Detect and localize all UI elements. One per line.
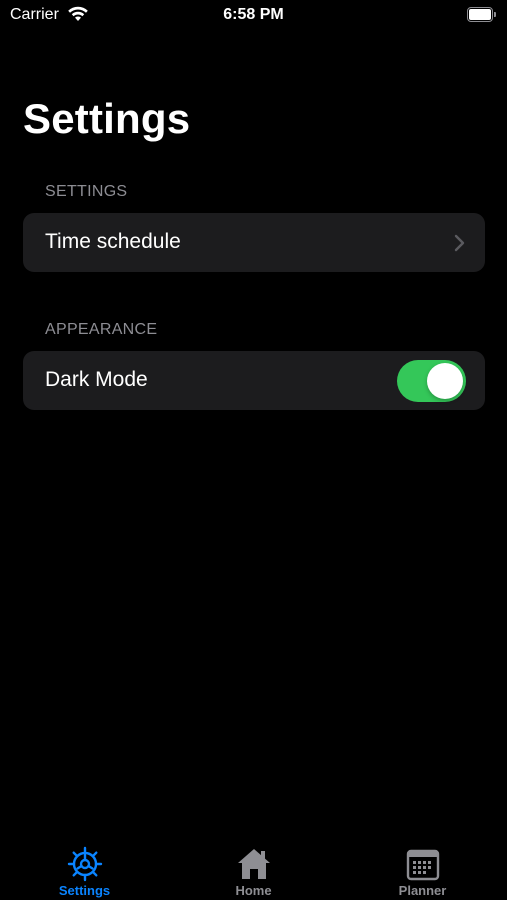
tab-settings-label: Settings (58, 883, 111, 898)
dark-mode-toggle[interactable] (397, 360, 466, 402)
section-header-appearance: APPEARANCE (45, 321, 158, 338)
tab-settings[interactable]: Settings (0, 838, 169, 900)
status-time: 6:58 PM (223, 6, 284, 23)
house-icon (238, 849, 270, 879)
dark-mode-row: Dark Mode (23, 351, 485, 410)
time-schedule-label: Time schedule (45, 230, 181, 253)
tab-home-label: Home (235, 883, 272, 898)
chevron-right-icon (454, 234, 465, 252)
calendar-icon (406, 849, 440, 881)
dark-mode-label: Dark Mode (45, 368, 148, 391)
tab-planner[interactable]: Planner (338, 838, 507, 900)
settings-group: Time schedule (23, 213, 485, 272)
tab-planner-label: Planner (398, 883, 447, 898)
toggle-knob (427, 363, 463, 399)
battery-icon (467, 7, 497, 22)
appearance-group: Dark Mode (23, 351, 485, 410)
settings-gear-icon (67, 846, 103, 882)
time-schedule-row[interactable]: Time schedule (23, 213, 485, 272)
status-bar: Carrier 6:58 PM (0, 0, 507, 32)
tab-bar: Settings Home Planner (0, 838, 507, 900)
tab-home[interactable]: Home (169, 838, 338, 900)
page-title: Settings (23, 95, 191, 142)
section-header-settings: SETTINGS (45, 183, 128, 200)
